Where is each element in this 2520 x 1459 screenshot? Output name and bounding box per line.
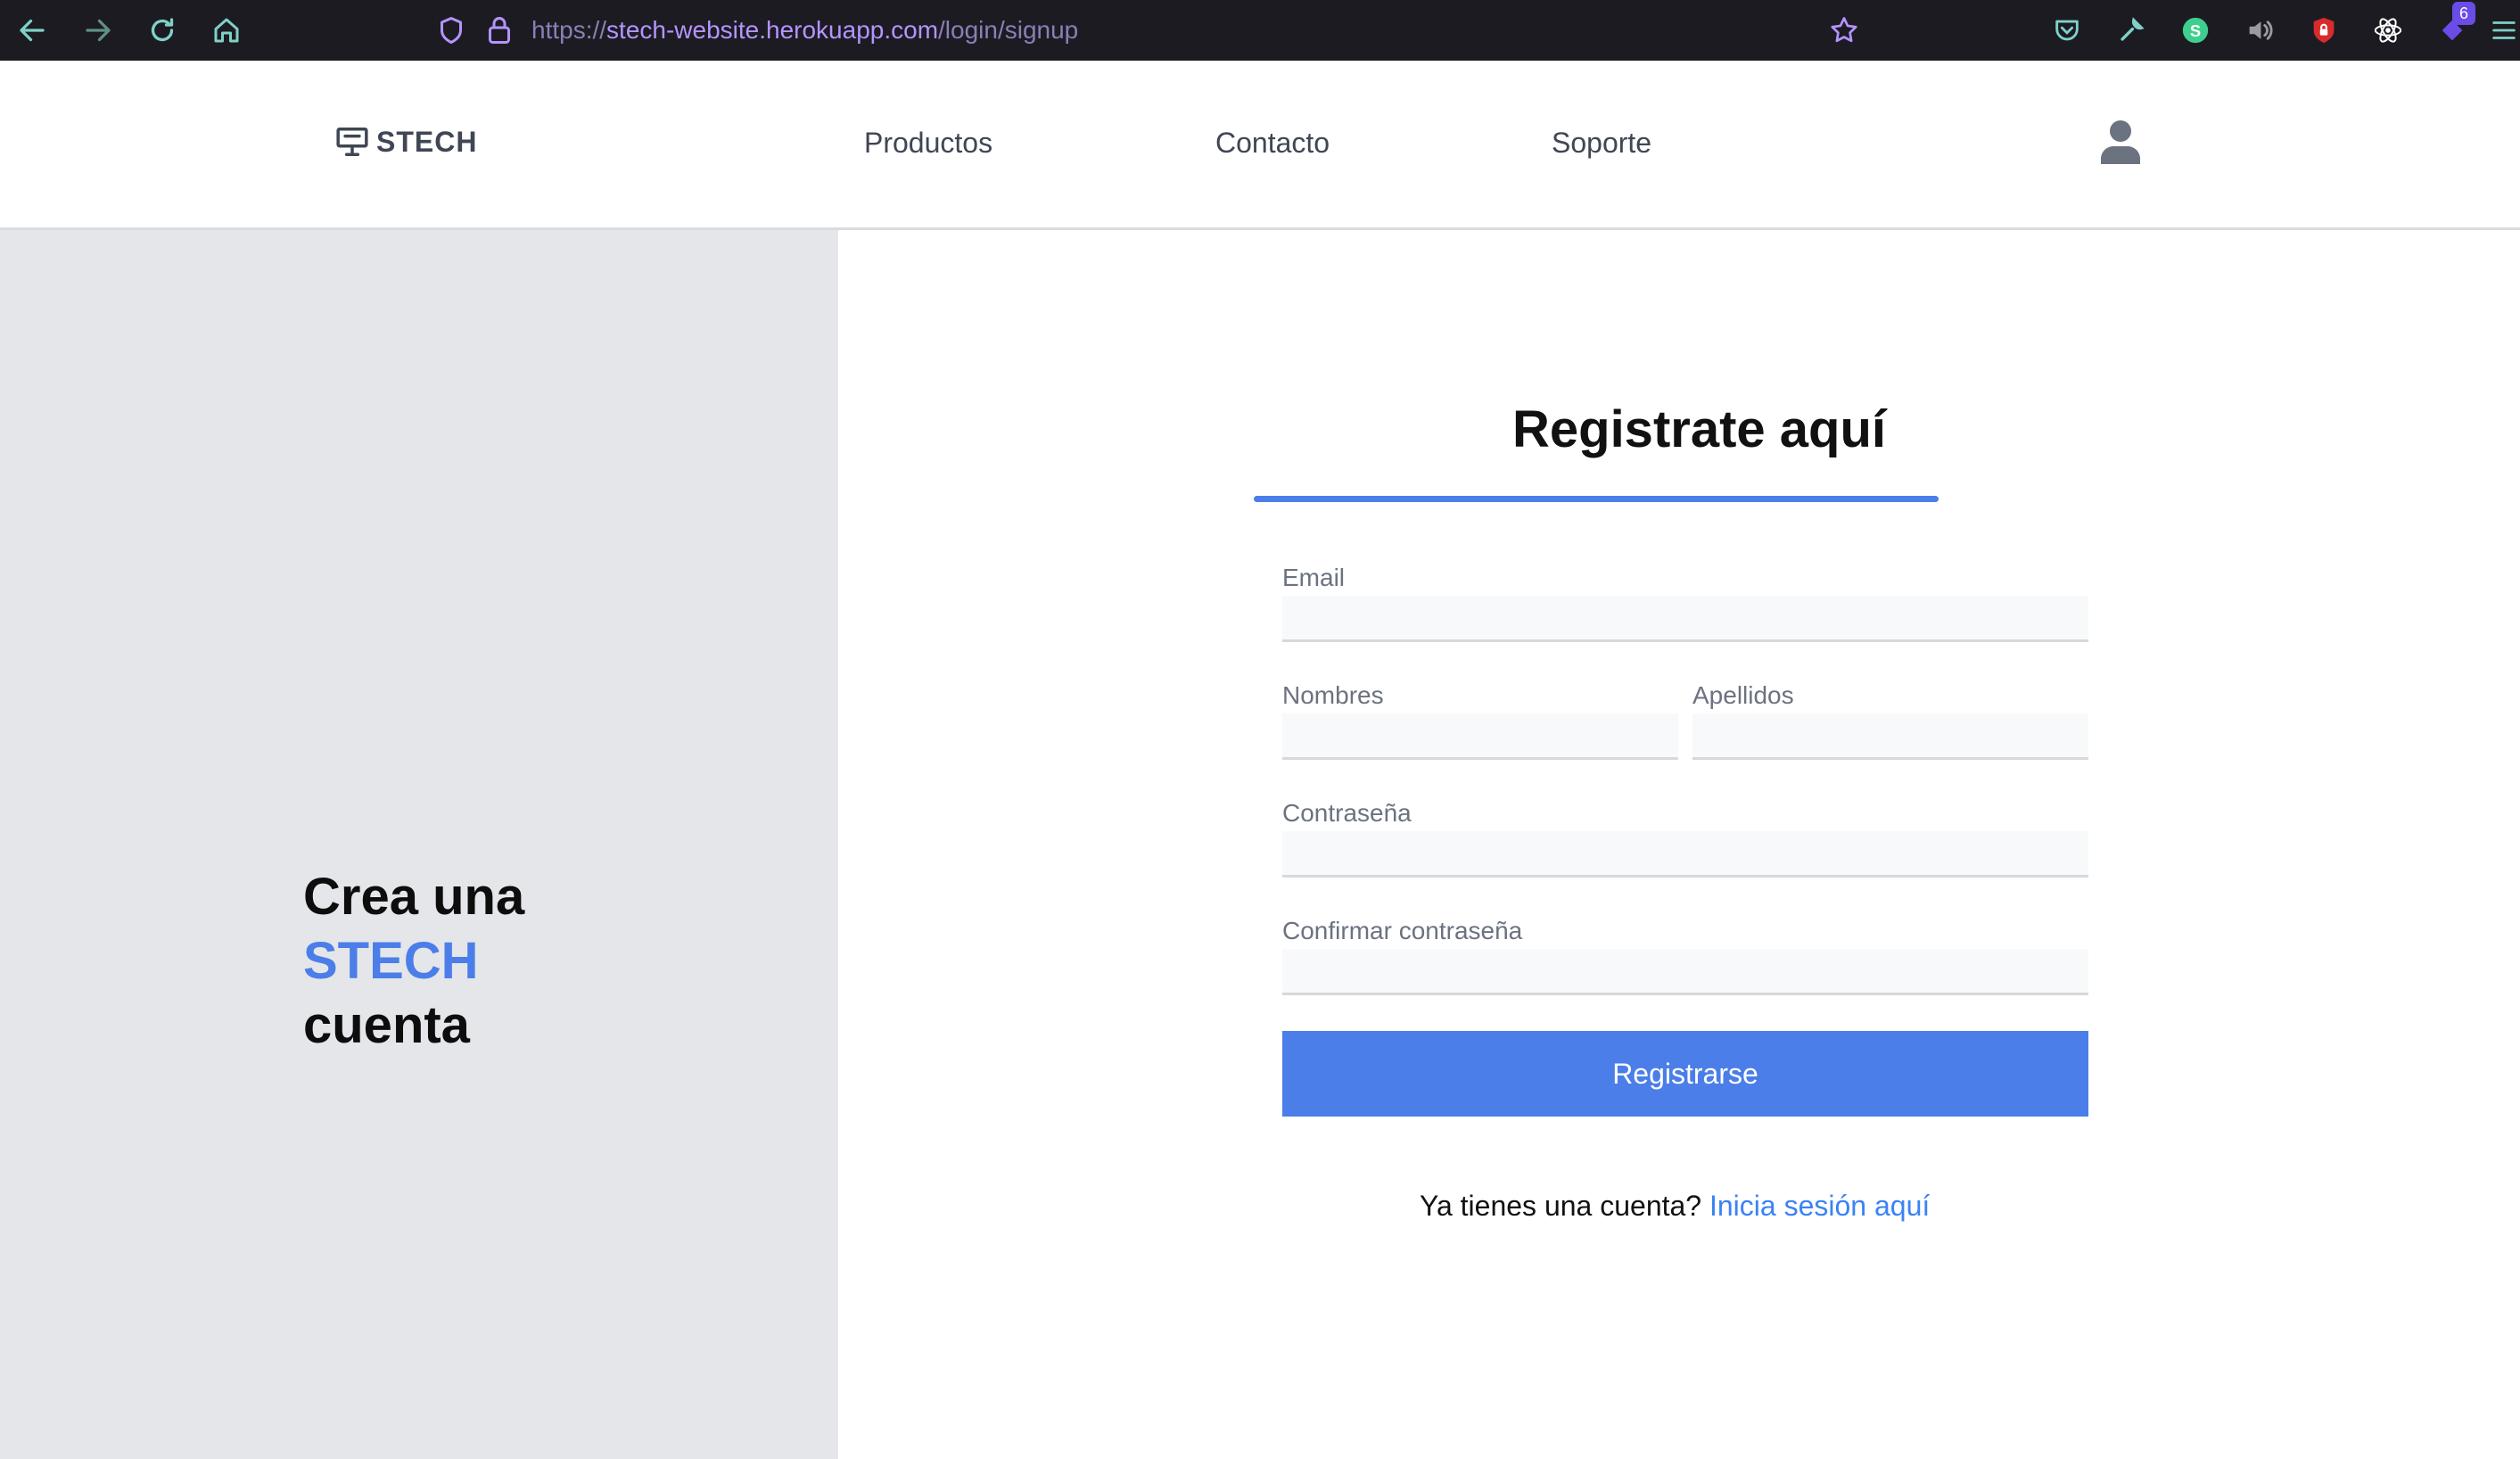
volume-icon[interactable] [2236,7,2283,54]
url-text[interactable]: https://stech-website.herokuapp.com/logi… [531,11,1078,50]
confirm-password-label: Confirmar contraseña [1282,917,1523,944]
register-button[interactable]: Registrarse [1282,1031,2088,1117]
nombres-label: Nombres [1282,681,1384,709]
extension-badge: 6 [2452,2,2475,25]
url-path: /login/signup [938,16,1079,44]
confirm-password-field[interactable] [1282,949,2088,995]
nav-link-productos[interactable]: Productos [864,127,992,160]
home-icon[interactable] [203,7,250,54]
apellidos-label: Apellidos [1692,681,1794,709]
react-devtools-icon[interactable] [2365,7,2411,54]
lock-icon[interactable] [476,7,523,54]
address-bar[interactable]: https://stech-website.herokuapp.com/logi… [419,0,1873,61]
wrench-icon[interactable] [2108,7,2154,54]
pocket-icon[interactable] [2044,7,2090,54]
login-prompt-text: Ya tienes una cuenta? [1420,1190,1702,1222]
title-underline [1254,496,1939,502]
email-label: Email [1282,564,1346,591]
browser-toolbar: https://stech-website.herokuapp.com/logi… [0,0,2520,61]
reload-icon[interactable] [139,7,185,54]
login-prompt-row: Ya tienes una cuenta? Inicia sesión aquí [1420,1190,1930,1223]
url-host: stech-website.herokuapp.com [606,16,939,44]
nav-link-contacto[interactable]: Contacto [1215,127,1330,160]
site-header: STECH Productos Contacto Soporte [0,61,2520,230]
menu-icon[interactable] [2488,7,2520,54]
logo-text: STECH [376,125,478,158]
bookmark-star-icon[interactable] [1821,7,1867,54]
nombres-field[interactable] [1282,713,1678,760]
promo-line-3: cuenta [303,996,470,1054]
ublock-icon[interactable] [2301,7,2347,54]
promo-line-2: STECH [303,932,479,990]
svg-text:S: S [2190,21,2201,40]
shield-icon[interactable] [428,7,474,54]
user-avatar-icon[interactable] [2101,120,2140,164]
extension-icon[interactable]: 6 [2429,2,2475,54]
form-title: Registrate aquí [1512,400,1886,458]
url-scheme: https:// [531,16,607,44]
password-field[interactable] [1282,831,2088,878]
monitor-icon [336,128,368,156]
login-link[interactable]: Inicia sesión aquí [1709,1190,1930,1222]
left-promo-panel: Crea una STECH cuenta [0,230,838,1459]
password-label: Contraseña [1282,799,1412,827]
forward-icon[interactable] [75,7,121,54]
email-field[interactable] [1282,596,2088,642]
nav-link-soporte[interactable]: Soporte [1552,127,1651,160]
s-extension-icon[interactable]: S [2172,7,2219,54]
apellidos-field[interactable] [1692,713,2088,760]
promo-heading: Crea una STECH cuenta [303,865,524,1058]
back-icon[interactable] [9,7,55,54]
logo[interactable]: STECH [335,125,477,159]
promo-line-1: Crea una [303,868,525,926]
